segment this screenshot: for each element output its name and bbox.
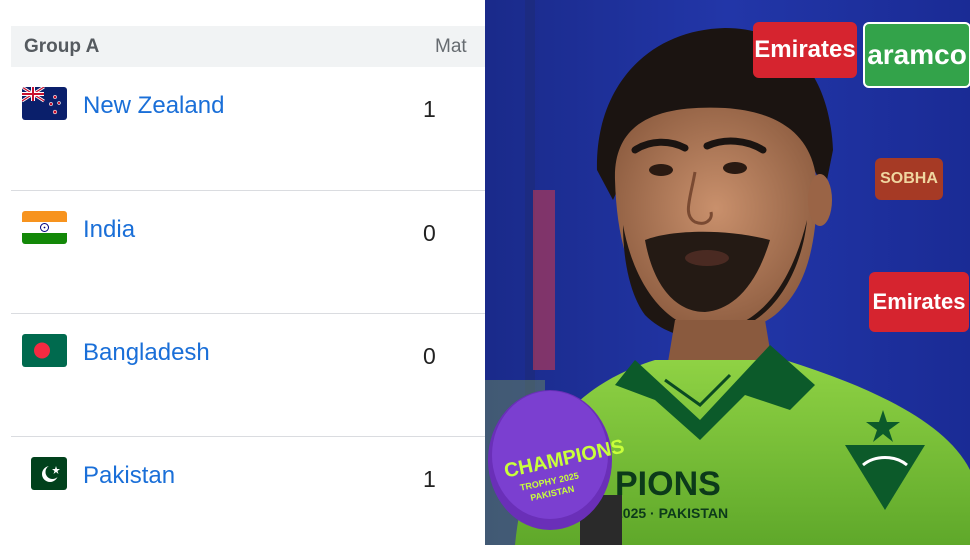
table-row: New Zealand 1 (11, 67, 485, 190)
team-link-india[interactable]: India (83, 216, 135, 244)
pakistan-flag-icon (31, 457, 67, 490)
jersey-subtext: 2025 · PAKISTAN (615, 505, 728, 521)
matches-played: 1 (423, 466, 436, 492)
table-row: Pakistan 1 (11, 437, 485, 560)
matches-played: 0 (423, 343, 436, 369)
sponsor-board-emirates-2: Emirates (869, 272, 969, 332)
standings-table: Group A Mat New Zealand 1 India 0 Bangla… (0, 0, 485, 545)
team-link-bangladesh[interactable]: Bangladesh (83, 339, 210, 367)
bangladesh-flag-icon (22, 334, 67, 367)
sponsor-board-sobha: SOBHA (875, 158, 943, 200)
column-header-mat: Mat (435, 36, 467, 57)
jersey-text: PIONS (615, 465, 721, 503)
team-link-pakistan[interactable]: Pakistan (83, 462, 175, 490)
sponsor-board-aramco: aramco (863, 22, 970, 88)
india-flag-icon (22, 211, 67, 244)
new-zealand-flag-icon (22, 87, 67, 120)
group-title: Group A (24, 36, 100, 57)
table-row: India 0 (11, 191, 485, 314)
table-row: Bangladesh 0 (11, 314, 485, 437)
player-interview-photo: PIONS 2025 · PAKISTAN CHAMPIONS TROPHY 2… (485, 0, 970, 545)
matches-played: 1 (423, 96, 436, 122)
table-header: Group A Mat (11, 26, 485, 67)
sponsor-board-emirates: Emirates (753, 22, 857, 78)
matches-played: 0 (423, 220, 436, 246)
team-link-new-zealand[interactable]: New Zealand (83, 92, 224, 120)
